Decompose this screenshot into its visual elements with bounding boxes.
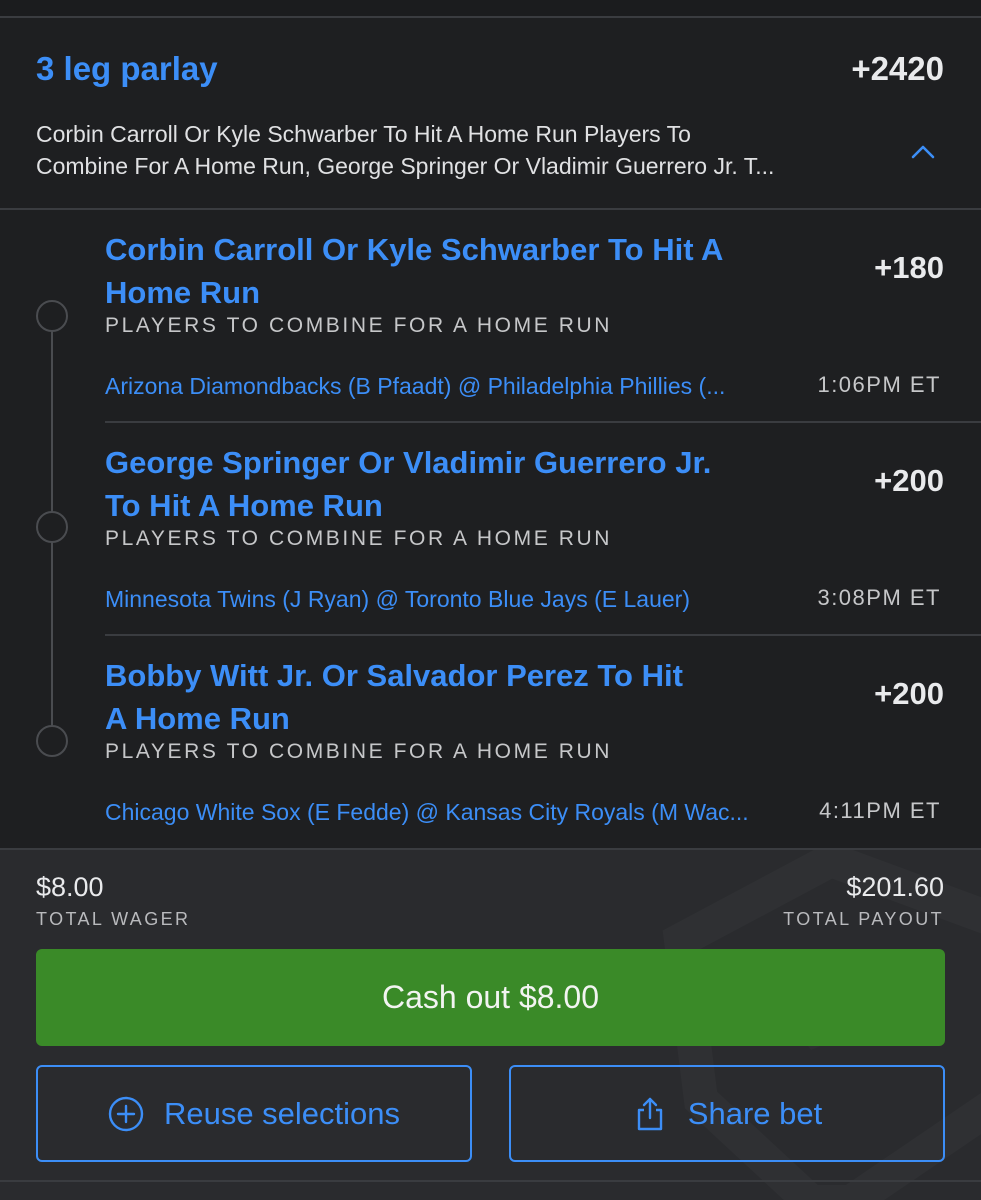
bottom-divider (0, 1180, 981, 1182)
parlay-odds: +2420 (851, 50, 944, 87)
share-bet-label: Share bet (687, 1095, 823, 1131)
leg-market: PLAYERS TO COMBINE FOR A HOME RUN (105, 527, 613, 550)
leg-start-time: 4:11PM ET (819, 798, 941, 823)
top-divider (0, 0, 981, 18)
leg-market: PLAYERS TO COMBINE FOR A HOME RUN (105, 314, 613, 337)
leg-game-link[interactable]: Arizona Diamondbacks (B Pfaadt) @ Philad… (105, 373, 800, 400)
total-wager-value: $8.00 (36, 872, 104, 902)
leg-odds: +180 (874, 250, 944, 285)
share-bet-button[interactable]: Share bet (509, 1065, 945, 1162)
leg-title[interactable]: Corbin Carroll Or Kyle Schwarber To Hit … (105, 228, 725, 314)
bet-footer: $8.00 TOTAL WAGER $201.60 TOTAL PAYOUT C… (0, 848, 981, 1200)
total-payout-label: TOTAL PAYOUT (783, 909, 944, 929)
total-wager-label: TOTAL WAGER (36, 909, 191, 929)
total-payout-value: $201.60 (846, 872, 944, 902)
reuse-selections-button[interactable]: Reuse selections (36, 1065, 472, 1162)
leg-node-3 (36, 725, 68, 757)
leg-game-link[interactable]: Minnesota Twins (J Ryan) @ Toronto Blue … (105, 586, 800, 613)
leg-market: PLAYERS TO COMBINE FOR A HOME RUN (105, 740, 613, 763)
parlay-title: 3 leg parlay (36, 50, 218, 87)
parlay-description: Corbin Carroll Or Kyle Schwarber To Hit … (36, 121, 775, 179)
leg-item[interactable]: George Springer Or Vladimir Guerrero Jr.… (105, 423, 981, 636)
leg-title[interactable]: Bobby Witt Jr. Or Salvador Perez To Hit … (105, 654, 705, 740)
leg-node-2 (36, 511, 68, 543)
plus-circle-icon (108, 1096, 144, 1131)
leg-node-1 (36, 300, 68, 332)
parlay-header[interactable]: 3 leg parlay +2420 Corbin Carroll Or Kyl… (0, 18, 981, 210)
share-icon (637, 1097, 662, 1130)
leg-game-link[interactable]: Chicago White Sox (E Fedde) @ Kansas Cit… (105, 799, 800, 826)
leg-title[interactable]: George Springer Or Vladimir Guerrero Jr.… (105, 441, 725, 527)
parlay-legs-list: Corbin Carroll Or Kyle Schwarber To Hit … (0, 210, 981, 848)
reuse-selections-label: Reuse selections (163, 1095, 401, 1131)
chevron-up-icon[interactable] (911, 140, 935, 164)
cash-out-label: Cash out $8.00 (381, 979, 600, 1015)
leg-start-time: 1:06PM ET (817, 372, 941, 397)
leg-odds: +200 (874, 676, 944, 711)
leg-start-time: 3:08PM ET (817, 585, 941, 610)
cash-out-button[interactable]: Cash out $8.00 (36, 949, 945, 1046)
leg-item[interactable]: Corbin Carroll Or Kyle Schwarber To Hit … (105, 210, 981, 423)
leg-item[interactable]: Bobby Witt Jr. Or Salvador Perez To Hit … (105, 636, 981, 849)
leg-odds: +200 (874, 463, 944, 498)
